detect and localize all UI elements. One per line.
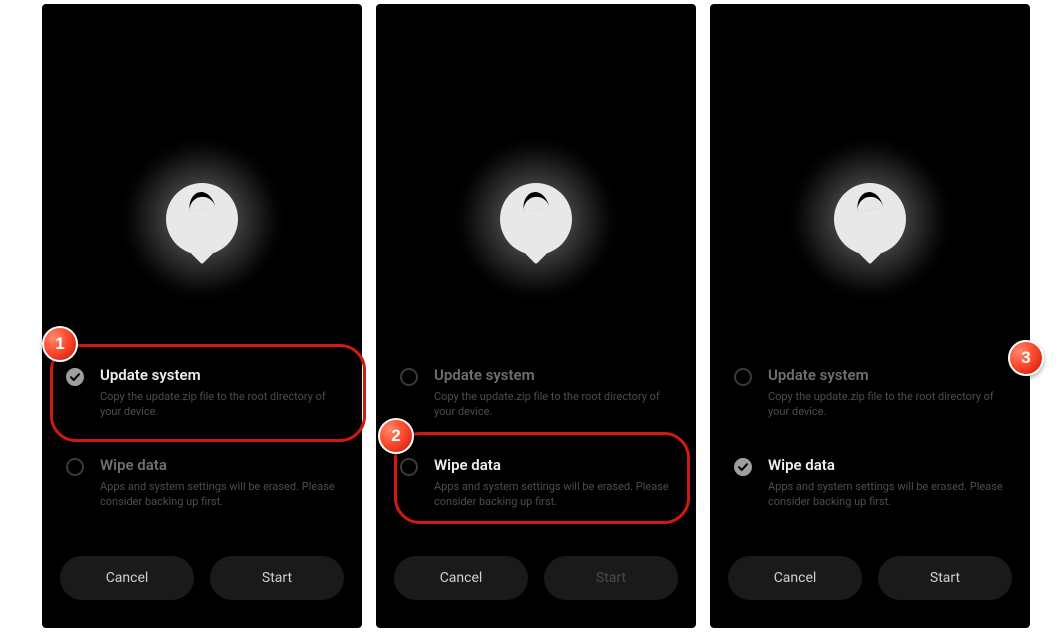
cancel-button[interactable]: Cancel <box>394 556 528 600</box>
option-wipe-data[interactable]: Wipe data Apps and system settings will … <box>730 446 1010 528</box>
option-update-subtitle: Copy the update.zip file to the root dir… <box>100 390 338 420</box>
cancel-button[interactable]: Cancel <box>60 556 194 600</box>
checkmark-icon <box>69 371 81 383</box>
action-buttons: Cancel Start <box>728 556 1012 600</box>
step-badge-3: 3 <box>1008 340 1044 376</box>
option-wipe-title: Wipe data <box>434 456 672 474</box>
option-wipe-subtitle: Apps and system settings will be erased.… <box>100 480 338 510</box>
radio-wipe-data[interactable] <box>66 458 84 476</box>
recovery-options: Update system Copy the update.zip file t… <box>62 356 342 535</box>
checkmark-icon <box>737 461 749 473</box>
start-button[interactable]: Start <box>210 556 344 600</box>
flyme-drop-logo <box>476 159 596 279</box>
radio-update-system[interactable] <box>734 368 752 386</box>
recovery-screen-1: Update system Copy the update.zip file t… <box>42 4 362 628</box>
option-update-title: Update system <box>434 366 672 384</box>
recovery-options: Update system Copy the update.zip file t… <box>730 356 1010 535</box>
option-wipe-subtitle: Apps and system settings will be erased.… <box>768 480 1006 510</box>
action-buttons: Cancel Start <box>60 556 344 600</box>
option-wipe-subtitle: Apps and system settings will be erased.… <box>434 480 672 510</box>
recovery-options: Update system Copy the update.zip file t… <box>396 356 676 535</box>
step-badge-2: 2 <box>378 418 414 454</box>
radio-wipe-data[interactable] <box>400 458 418 476</box>
radio-update-system[interactable] <box>66 368 84 386</box>
tutorial-triptych: Update system Copy the update.zip file t… <box>0 0 1064 633</box>
option-update-subtitle: Copy the update.zip file to the root dir… <box>434 390 672 420</box>
option-update-system[interactable]: Update system Copy the update.zip file t… <box>396 356 676 438</box>
option-wipe-title: Wipe data <box>100 456 338 474</box>
recovery-screen-3: Update system Copy the update.zip file t… <box>710 4 1030 628</box>
option-update-title: Update system <box>768 366 1006 384</box>
option-wipe-data[interactable]: Wipe data Apps and system settings will … <box>62 446 342 528</box>
radio-update-system[interactable] <box>400 368 418 386</box>
start-button[interactable]: Start <box>544 556 678 600</box>
recovery-screen-2: Update system Copy the update.zip file t… <box>376 4 696 628</box>
option-update-subtitle: Copy the update.zip file to the root dir… <box>768 390 1006 420</box>
option-update-title: Update system <box>100 366 338 384</box>
step-badge-1: 1 <box>42 326 78 362</box>
flyme-drop-logo <box>810 159 930 279</box>
start-button[interactable]: Start <box>878 556 1012 600</box>
option-update-system[interactable]: Update system Copy the update.zip file t… <box>62 356 342 438</box>
cancel-button[interactable]: Cancel <box>728 556 862 600</box>
action-buttons: Cancel Start <box>394 556 678 600</box>
flyme-drop-logo <box>142 159 262 279</box>
option-update-system[interactable]: Update system Copy the update.zip file t… <box>730 356 1010 438</box>
option-wipe-data[interactable]: Wipe data Apps and system settings will … <box>396 446 676 528</box>
option-wipe-title: Wipe data <box>768 456 1006 474</box>
radio-wipe-data[interactable] <box>734 458 752 476</box>
